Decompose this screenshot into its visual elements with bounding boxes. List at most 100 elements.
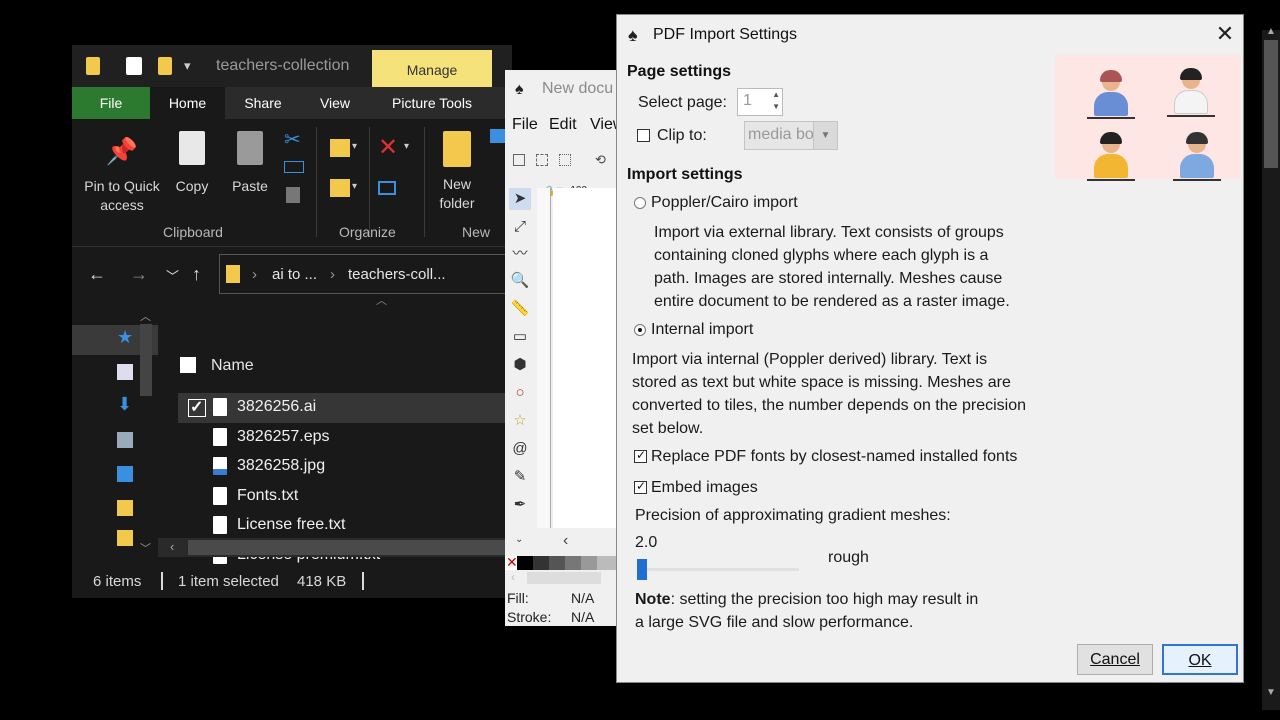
inkscape-logo-icon: ♠ <box>628 25 638 45</box>
tab-file[interactable]: File <box>72 87 150 119</box>
teacher-illustration <box>1173 132 1221 181</box>
deselect-icon[interactable] <box>559 154 571 166</box>
spin-down-icon[interactable]: ▼ <box>772 102 780 111</box>
scroll-down-icon[interactable]: ▼ <box>1266 687 1276 698</box>
copy-path-icon[interactable] <box>284 161 304 173</box>
file-row[interactable]: Fonts.txt <box>178 482 512 512</box>
scroll-thumb[interactable] <box>188 540 508 555</box>
inkscape-canvas[interactable] <box>553 188 616 528</box>
properties-icon[interactable] <box>126 57 142 80</box>
scroll-thumb[interactable] <box>140 324 152 396</box>
ellipse-tool-icon[interactable]: ○ <box>509 382 531 404</box>
scroll-thumb[interactable] <box>1264 40 1278 168</box>
spin-up-icon[interactable]: ▲ <box>772 90 780 99</box>
up-arrow-icon[interactable]: ↑ <box>192 264 201 285</box>
copy-to-dropdown-icon[interactable]: ▾ <box>352 181 357 192</box>
status-divider <box>161 572 163 590</box>
file-row[interactable]: 3826256.ai <box>178 393 512 423</box>
close-icon[interactable]: ✕ <box>1213 21 1237 47</box>
row-checkbox[interactable] <box>188 397 206 417</box>
cancel-button[interactable]: Cancel <box>1077 644 1153 675</box>
explorer-titlebar: ▾ teachers-collection Manage <box>72 45 512 87</box>
move-to-dropdown-icon[interactable]: ▾ <box>352 141 357 152</box>
recent-locations-chevron-icon[interactable]: ﹀ <box>166 266 179 285</box>
internal-import-radio[interactable] <box>634 324 646 336</box>
scroll-left-icon[interactable]: ‹ <box>563 532 568 550</box>
new-folder-icon[interactable] <box>158 57 172 80</box>
menu-file[interactable]: File <box>512 116 538 134</box>
no-paint-icon[interactable]: ✕ <box>506 554 518 571</box>
tab-manage[interactable]: Manage <box>372 50 492 87</box>
back-arrow-icon[interactable]: ← <box>88 264 106 285</box>
cut-icon[interactable]: ✂ <box>284 127 301 152</box>
breadcrumb-item[interactable]: teachers-coll... <box>348 266 446 283</box>
file-row[interactable]: License free.txt <box>178 511 512 541</box>
star-tool-icon[interactable]: ☆ <box>509 410 531 432</box>
stroke-value[interactable]: N/A <box>571 609 594 625</box>
clip-to-checkbox[interactable] <box>637 129 650 142</box>
delete-dropdown-icon[interactable]: ▾ <box>404 141 409 152</box>
tab-view[interactable]: View <box>302 87 368 119</box>
rename-icon[interactable] <box>378 181 396 195</box>
copy-button[interactable]: Copy <box>170 131 214 196</box>
color-palette[interactable]: ✕ <box>505 554 616 571</box>
scroll-down-icon[interactable]: ﹀ <box>140 540 151 556</box>
embed-images-checkbox[interactable] <box>634 479 647 494</box>
horizontal-scrollbar[interactable]: ‹ <box>158 538 512 557</box>
scroll-up-icon[interactable]: ▲ <box>1266 26 1276 37</box>
poppler-import-radio[interactable] <box>634 197 646 209</box>
tab-picture-tools[interactable]: Picture Tools <box>377 87 487 119</box>
pen-tool-icon[interactable]: ✒ <box>509 494 531 516</box>
spiral-tool-icon[interactable]: @ <box>509 438 531 460</box>
select-all-icon[interactable] <box>513 154 525 166</box>
breadcrumb-item[interactable]: ai to ... <box>272 266 317 283</box>
precision-slider-handle[interactable] <box>637 559 647 580</box>
customize-dropdown-icon[interactable]: ▾ <box>184 58 191 74</box>
chevron-down-icon[interactable]: ▼ <box>813 122 837 149</box>
rotate-icon[interactable]: ⟲ <box>595 152 606 168</box>
nav-scrollbar[interactable]: ︿ ﹀ <box>138 308 154 558</box>
zoom-tool-icon[interactable]: 🔍 <box>509 270 531 292</box>
tweak-tool-icon[interactable]: 〰 <box>509 243 531 265</box>
paste-button[interactable]: Paste <box>228 131 272 196</box>
scroll-left-icon[interactable]: ‹ <box>170 539 174 554</box>
file-row[interactable]: 3826258.jpg <box>178 452 512 482</box>
select-page-spinner[interactable]: 1 ▲ ▼ <box>737 88 783 116</box>
copy-to-icon[interactable] <box>330 179 350 197</box>
tab-share[interactable]: Share <box>232 87 294 119</box>
delete-icon[interactable]: ✕ <box>378 133 398 162</box>
address-box[interactable]: › ai to ... › teachers-coll... <box>219 254 512 294</box>
forward-arrow-icon[interactable]: → <box>130 264 148 285</box>
scroll-up-icon[interactable]: ︿ <box>140 308 151 324</box>
selector-tool-icon[interactable]: ➤ <box>509 188 531 210</box>
new-item-icon[interactable] <box>490 129 506 143</box>
group-clipboard: Clipboard <box>163 224 223 240</box>
paste-shortcut-icon[interactable] <box>286 187 300 203</box>
move-to-icon[interactable] <box>330 139 350 157</box>
page-scrollbar[interactable]: ▲ ▼ <box>1262 26 1280 710</box>
measure-tool-icon[interactable]: 📏 <box>509 298 531 320</box>
file-name: 3826256.ai <box>237 398 317 415</box>
replace-fonts-checkbox[interactable] <box>634 448 647 463</box>
ok-button[interactable]: OK <box>1162 644 1238 675</box>
fill-value[interactable]: N/A <box>571 590 594 606</box>
select-in-all-layers-icon[interactable] <box>536 154 548 166</box>
3d-box-tool-icon[interactable]: ⬢ <box>509 354 531 376</box>
file-name: License free.txt <box>237 516 346 533</box>
file-row[interactable]: 3826257.eps <box>178 423 512 453</box>
tab-home[interactable]: Home <box>150 87 225 119</box>
pencil-tool-icon[interactable]: ✎ <box>509 466 531 488</box>
precision-slider-track[interactable] <box>637 568 799 571</box>
more-tools-chevron-icon[interactable]: ⌄ <box>515 534 523 545</box>
file-icon <box>213 398 227 416</box>
pin-to-quick-access-button[interactable]: 📌 Pin to Quick access <box>80 131 164 215</box>
palette-scrollbar[interactable] <box>527 572 601 584</box>
rectangle-tool-icon[interactable]: ▭ <box>509 326 531 348</box>
select-all-checkbox[interactable] <box>180 357 196 373</box>
menu-edit[interactable]: Edit <box>549 116 577 134</box>
palette-scroll-left-icon[interactable]: ‹ <box>511 570 515 584</box>
clip-to-select[interactable]: media box ▼ <box>744 121 838 150</box>
node-tool-icon[interactable]: ⤢ <box>509 216 531 238</box>
new-folder-button[interactable]: New folder <box>432 131 482 213</box>
column-header-name[interactable]: Name <box>211 357 254 375</box>
